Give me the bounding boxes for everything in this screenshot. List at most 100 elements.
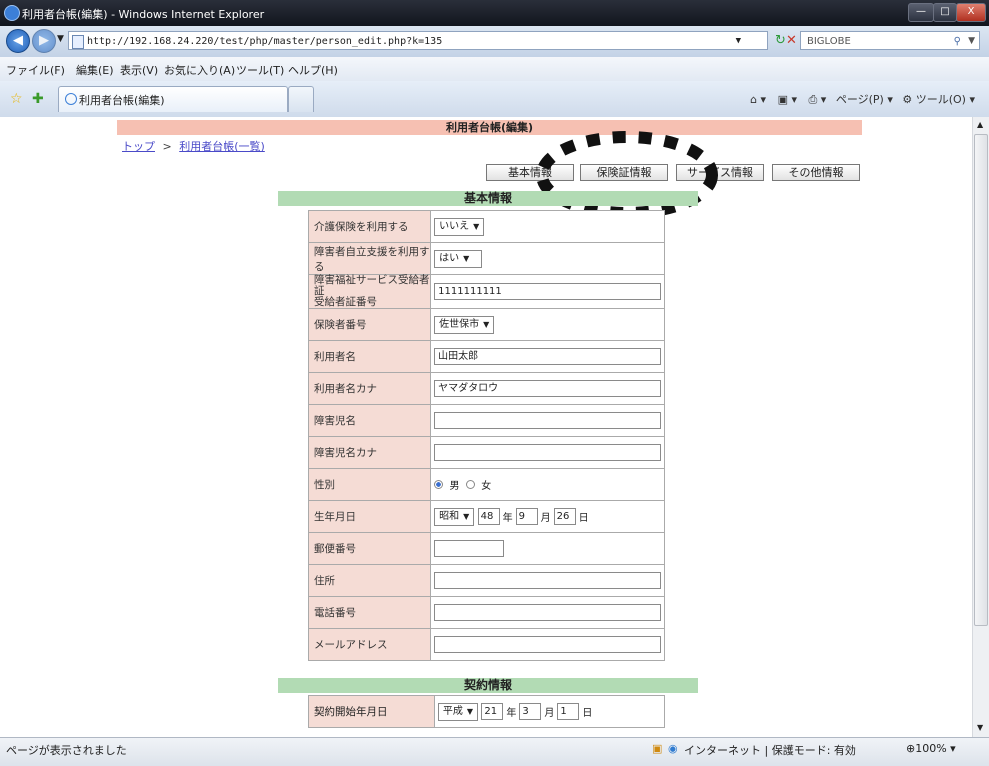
- welfare-cert-cell: 1111111111: [430, 274, 665, 309]
- gender-cell: 男 女: [430, 468, 665, 501]
- child-kana-cell: [430, 436, 665, 469]
- scroll-up-icon[interactable]: ▲: [977, 120, 983, 129]
- gender-female-radio[interactable]: [465, 480, 475, 489]
- window-title: 利用者台帳(編集) - Windows Internet Explorer: [22, 8, 265, 21]
- insurer-no-select[interactable]: 佐世保市 ▼: [434, 315, 495, 334]
- url-dropdown-icon[interactable]: ▼: [736, 32, 741, 51]
- gender-male-radio[interactable]: [434, 480, 444, 489]
- user-kana-label: 利用者名カナ: [307, 372, 432, 405]
- maximize-button[interactable]: □: [933, 3, 957, 22]
- search-icon[interactable]: ⚲: [954, 32, 961, 51]
- birth-era-select[interactable]: 昭和 ▼: [434, 507, 475, 526]
- search-dropdown-icon[interactable]: ▼: [968, 32, 975, 51]
- ie-logo-icon: [4, 5, 20, 21]
- recent-pages-dropdown[interactable]: ▼: [57, 34, 64, 44]
- address-label: 住所: [307, 564, 432, 597]
- child-name-cell: [430, 404, 665, 437]
- welfare-cert-input[interactable]: 1111111111: [434, 283, 662, 300]
- address-cell: [430, 564, 665, 597]
- tab-active[interactable]: 利用者台帳(編集): [58, 86, 288, 112]
- menu-edit[interactable]: 編集(E): [76, 62, 114, 78]
- birth-month-input[interactable]: 9: [515, 508, 538, 525]
- basic-info-section-header: 基本情報: [278, 191, 698, 206]
- chevron-down-icon: ▼: [463, 253, 470, 263]
- tools-menu-label: ツール(O): [915, 93, 966, 106]
- page-menu[interactable]: ページ(P) ▾: [836, 93, 893, 106]
- page-menu-label: ページ(P): [835, 93, 884, 106]
- care-insurance-select[interactable]: いいえ ▼: [434, 217, 485, 236]
- child-kana-input[interactable]: [434, 444, 662, 461]
- security-icon[interactable]: ▣: [652, 742, 662, 755]
- favorites-star-icon[interactable]: ☆: [10, 91, 23, 107]
- contract-info-section-header: 契約情報: [278, 678, 698, 693]
- tools-menu[interactable]: ⚙ ツール(O) ▾: [902, 93, 975, 106]
- minimize-button[interactable]: —: [908, 3, 934, 22]
- phone-input[interactable]: [434, 604, 662, 621]
- birth-day-input[interactable]: 26: [553, 508, 576, 525]
- zoom-level[interactable]: ⊕100% ▾: [906, 742, 956, 755]
- menu-bar: ファイル(F) 編集(E) 表示(V) お気に入り(A) ツール(T) ヘルプ(…: [0, 57, 989, 82]
- feeds-icon[interactable]: ▣ ▾: [778, 93, 797, 106]
- address-input[interactable]: [434, 572, 662, 589]
- contract-era-select[interactable]: 平成 ▼: [437, 702, 479, 721]
- user-name-input[interactable]: 山田太郎: [434, 348, 662, 365]
- gender-label: 性別: [307, 468, 432, 501]
- user-kana-cell: ヤマダタロウ: [430, 372, 665, 405]
- tab-title: 利用者台帳(編集): [79, 94, 165, 107]
- scroll-down-icon[interactable]: ▼: [977, 723, 983, 732]
- address-bar: ◀ ▶ ▼ http://192.168.24.220/test/php/mas…: [0, 26, 989, 58]
- zone-text[interactable]: インターネット | 保護モード: 有効: [684, 742, 856, 758]
- home-icon[interactable]: ⌂ ▾: [750, 93, 766, 106]
- birth-year-input[interactable]: 48: [477, 508, 500, 525]
- url-field[interactable]: http://192.168.24.220/test/php/master/pe…: [68, 31, 768, 50]
- scroll-thumb[interactable]: [974, 134, 988, 626]
- child-name-input[interactable]: [434, 412, 662, 429]
- new-tab-button[interactable]: [288, 86, 314, 112]
- user-kana-input[interactable]: ヤマダタロウ: [434, 380, 662, 397]
- gender-male-label: 男: [449, 481, 460, 492]
- care-insurance-value: いいえ: [439, 220, 470, 232]
- form-row: 郵便番号: [307, 532, 665, 565]
- page-icon: [72, 35, 84, 49]
- chevron-down-icon: ▼: [473, 221, 480, 231]
- menu-favorites[interactable]: お気に入り(A): [164, 62, 235, 78]
- email-input[interactable]: [434, 636, 662, 653]
- print-icon[interactable]: ⎙ ▾: [809, 93, 827, 106]
- tab-bar: ☆ ✚ 利用者台帳(編集) ⌂ ▾ ▣ ▾ ⎙ ▾ ページ(P) ▾ ⚙ ツール…: [0, 81, 989, 118]
- contract-year-input[interactable]: 21: [481, 703, 504, 720]
- contract-day-input[interactable]: 1: [557, 703, 580, 720]
- globe-icon: ◉: [668, 742, 678, 755]
- basic-info-form: 介護保険を利用する いいえ ▼ 障害者自立支援を利用する はい ▼ 障害福祉サービス…: [307, 210, 665, 661]
- ie-page-icon: [65, 93, 77, 105]
- contract-month-input[interactable]: 3: [519, 703, 542, 720]
- zoom-icon: ⊕: [906, 742, 916, 755]
- other-info-button[interactable]: その他情報: [772, 164, 860, 181]
- form-row: 障害者自立支援を利用する はい ▼: [307, 242, 665, 275]
- form-row: 介護保険を利用する いいえ ▼: [307, 210, 665, 243]
- forward-button[interactable]: ▶: [32, 29, 56, 53]
- back-button[interactable]: ◀: [6, 29, 30, 53]
- disability-support-select[interactable]: はい ▼: [434, 249, 483, 268]
- postal-input[interactable]: [434, 540, 505, 557]
- menu-help[interactable]: ヘルプ(H): [288, 62, 338, 78]
- add-favorites-icon[interactable]: ✚: [32, 91, 44, 107]
- status-text: ページが表示されました: [6, 744, 127, 757]
- refresh-icon[interactable]: ↻: [775, 33, 786, 48]
- birth-day-unit: 日: [578, 513, 589, 524]
- breadcrumb-top-link[interactable]: トップ: [122, 140, 155, 153]
- care-insurance-cell: いいえ ▼: [430, 210, 665, 243]
- postal-cell: [430, 532, 665, 565]
- menu-view[interactable]: 表示(V): [120, 62, 158, 78]
- search-input[interactable]: BIGLOBE ⚲ ▼: [800, 31, 980, 50]
- form-row: 障害児名: [307, 404, 665, 437]
- menu-file[interactable]: ファイル(F): [6, 62, 65, 78]
- postal-label: 郵便番号: [307, 532, 432, 565]
- breadcrumb-list-link[interactable]: 利用者台帳(一覧): [179, 140, 265, 153]
- gender-female-label: 女: [481, 481, 492, 492]
- stop-icon[interactable]: ✕: [786, 33, 797, 48]
- close-button[interactable]: X: [956, 3, 986, 22]
- command-bar: ⌂ ▾ ▣ ▾ ⎙ ▾ ページ(P) ▾ ⚙ ツール(O) ▾: [750, 91, 975, 107]
- menu-tools[interactable]: ツール(T): [236, 62, 284, 78]
- birth-month-unit: 月: [540, 513, 551, 524]
- email-cell: [430, 628, 665, 661]
